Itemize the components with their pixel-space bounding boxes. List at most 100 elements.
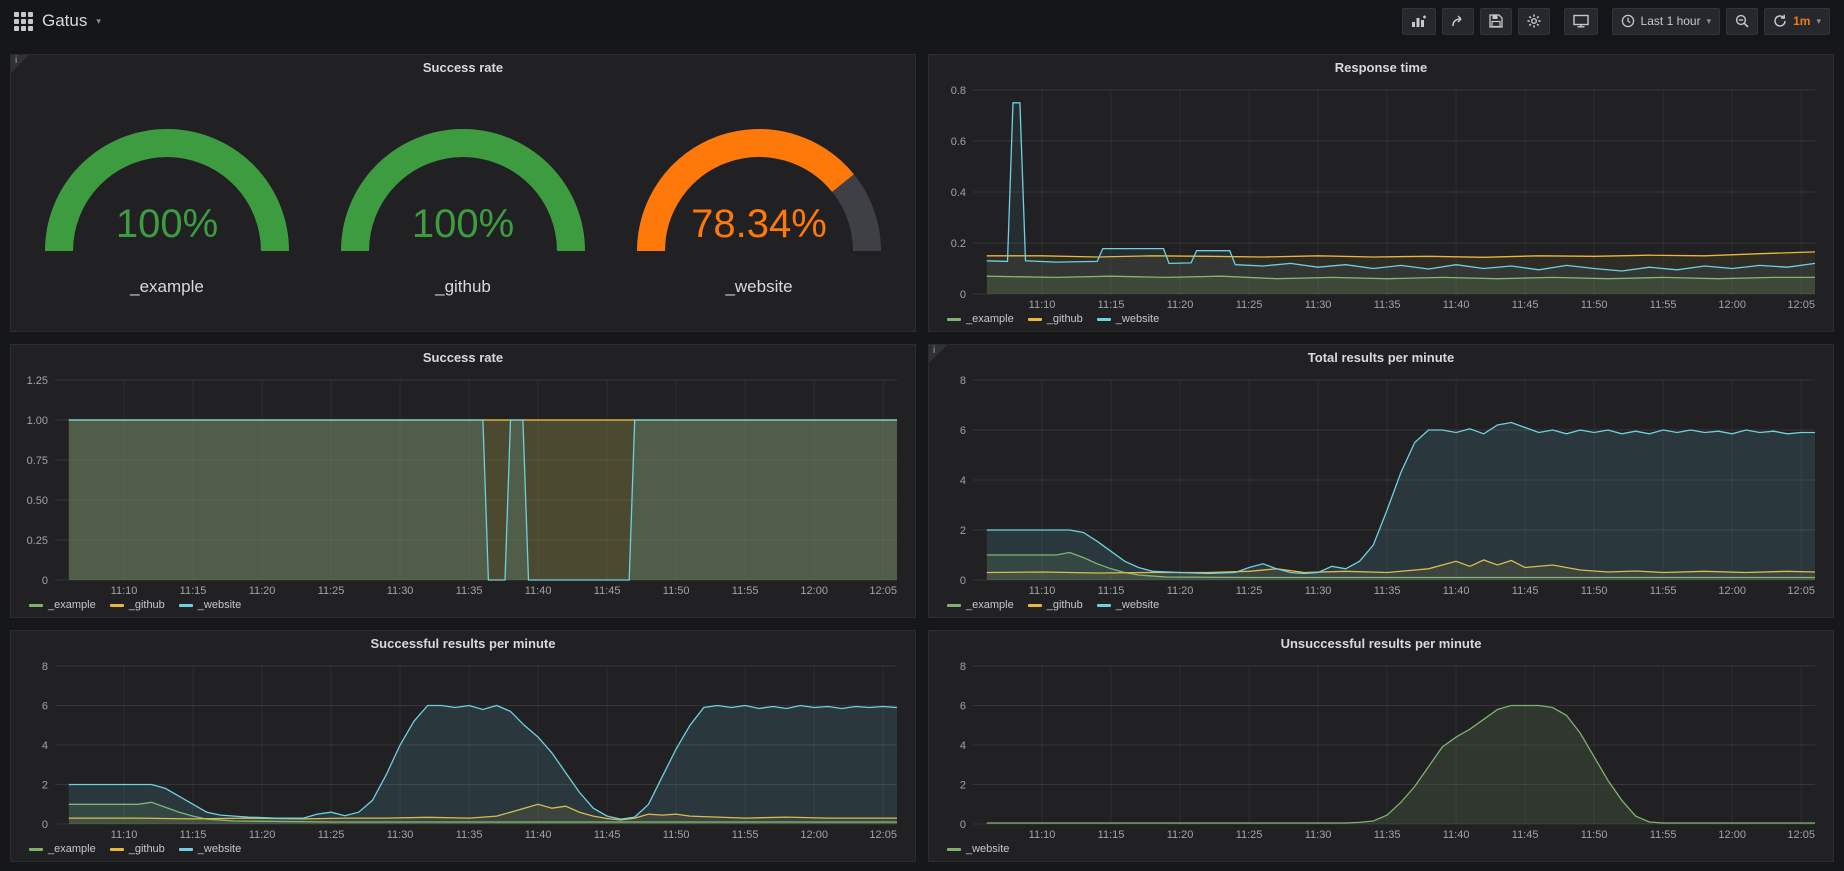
gauge-label: _website: [725, 277, 792, 297]
x-tick-label: 11:40: [525, 585, 552, 597]
x-tick-label: 11:20: [249, 585, 276, 597]
share-button[interactable]: [1442, 8, 1474, 35]
legend-label: _example: [48, 599, 96, 611]
panel-title[interactable]: Response time: [929, 55, 1833, 81]
caret-down-icon: ▾: [1816, 17, 1821, 26]
x-tick-label: 11:30: [1305, 585, 1332, 597]
x-tick-label: 11:55: [732, 585, 759, 597]
legend-swatch: [29, 604, 43, 607]
legend-swatch: [1028, 318, 1042, 321]
panel-info-icon[interactable]: i: [11, 55, 29, 73]
y-tick-label: 0.6: [951, 136, 966, 148]
x-tick-label: 12:00: [800, 829, 828, 841]
x-tick-label: 11:40: [1443, 829, 1470, 841]
panel-title[interactable]: Success rate: [11, 55, 915, 81]
legend-item-example[interactable]: _example: [29, 843, 96, 855]
legend-item-github[interactable]: _github: [110, 843, 165, 855]
legend-item-website[interactable]: _website: [1097, 599, 1159, 611]
x-tick-label: 11:30: [1305, 299, 1332, 311]
refresh-button[interactable]: 1m ▾: [1764, 8, 1830, 35]
x-tick-label: 11:50: [1581, 829, 1608, 841]
y-tick-label: 0: [960, 575, 966, 587]
legend-item-website[interactable]: _website: [179, 599, 241, 611]
x-tick-label: 11:20: [1167, 585, 1194, 597]
x-tick-label: 11:45: [594, 829, 621, 841]
x-tick-label: 11:35: [456, 829, 483, 841]
dashboard-switcher[interactable]: Gatus ▾: [14, 11, 101, 31]
panel-success-rate-graph: Success rate 11:1011:1511:2011:2511:3011…: [10, 344, 916, 618]
x-tick-label: 11:30: [387, 829, 414, 841]
response-time-chart[interactable]: 11:1011:1511:2011:2511:3011:3511:4011:45…: [937, 83, 1825, 311]
y-tick-label: 8: [42, 661, 48, 673]
panel-actions-group: [1402, 8, 1550, 35]
share-arrow-icon: [1451, 14, 1465, 28]
legend-item-website[interactable]: _website: [179, 843, 241, 855]
legend-swatch: [179, 848, 193, 851]
legend-item-website[interactable]: _website: [1097, 313, 1159, 325]
gauge-website: 78.34%_website: [619, 89, 899, 297]
settings-button[interactable]: [1518, 8, 1550, 35]
legend-item-github[interactable]: _github: [1028, 599, 1083, 611]
y-tick-label: 0.25: [27, 535, 48, 547]
panel-title[interactable]: Success rate: [11, 345, 915, 371]
view-mode-group: [1564, 8, 1598, 35]
clock-icon: [1621, 14, 1635, 28]
y-tick-label: 2: [960, 525, 966, 537]
x-tick-label: 11:35: [1374, 829, 1401, 841]
chart-panel-body: 11:1011:1511:2011:2511:3011:3511:4011:45…: [11, 657, 915, 861]
cycle-view-button[interactable]: [1564, 8, 1598, 35]
save-button[interactable]: [1480, 8, 1512, 35]
panel-title[interactable]: Total results per minute: [929, 345, 1833, 371]
magnifier-minus-icon: [1735, 14, 1749, 28]
chart-panel-body: 11:1011:1511:2011:2511:3011:3511:4011:45…: [929, 81, 1833, 331]
legend-label: _example: [48, 843, 96, 855]
x-tick-label: 11:25: [318, 829, 345, 841]
panel-title[interactable]: Unsuccessful results per minute: [929, 631, 1833, 657]
total-results-chart[interactable]: 11:1011:1511:2011:2511:3011:3511:4011:45…: [937, 373, 1825, 597]
navbar: Gatus ▾: [0, 0, 1844, 42]
unsuccessful-results-chart[interactable]: 11:1011:1511:2011:2511:3011:3511:4011:45…: [937, 659, 1825, 841]
legend-item-example[interactable]: _example: [29, 599, 96, 611]
x-tick-label: 12:00: [1718, 585, 1746, 597]
time-range-picker[interactable]: Last 1 hour ▾: [1612, 8, 1721, 35]
successful-results-chart[interactable]: 11:1011:1511:2011:2511:3011:3511:4011:45…: [19, 659, 907, 841]
success-rate-chart[interactable]: 11:1011:1511:2011:2511:3011:3511:4011:45…: [19, 373, 907, 597]
y-tick-label: 0.75: [27, 455, 48, 467]
legend-label: _website: [1116, 599, 1159, 611]
x-tick-label: 11:15: [1098, 299, 1125, 311]
x-tick-label: 11:30: [1305, 829, 1332, 841]
panel-title[interactable]: Successful results per minute: [11, 631, 915, 657]
x-tick-label: 11:45: [1512, 585, 1539, 597]
x-tick-label: 11:50: [663, 829, 690, 841]
x-tick-label: 12:05: [869, 829, 897, 841]
legend-swatch: [29, 848, 43, 851]
x-tick-label: 12:05: [1787, 829, 1815, 841]
y-tick-label: 1.00: [27, 415, 48, 427]
legend-label: _website: [1116, 313, 1159, 325]
legend-label: _website: [966, 843, 1009, 855]
x-tick-label: 11:35: [1374, 299, 1401, 311]
x-tick-label: 11:10: [1029, 299, 1056, 311]
caret-down-icon: ▾: [1707, 17, 1712, 26]
x-tick-label: 11:55: [732, 829, 759, 841]
legend: _website: [937, 841, 1825, 857]
x-tick-label: 11:25: [1236, 585, 1263, 597]
legend-item-github[interactable]: _github: [1028, 313, 1083, 325]
panel-info-icon[interactable]: i: [929, 345, 947, 363]
legend-item-example[interactable]: _example: [947, 313, 1014, 325]
zoom-out-button[interactable]: [1726, 8, 1758, 35]
legend-item-website[interactable]: _website: [947, 843, 1009, 855]
grid-logo-icon[interactable]: [14, 12, 33, 31]
legend-item-example[interactable]: _example: [947, 599, 1014, 611]
dashboard-title[interactable]: Gatus: [42, 11, 87, 31]
legend-swatch: [947, 848, 961, 851]
legend-label: _website: [198, 599, 241, 611]
legend-item-github[interactable]: _github: [110, 599, 165, 611]
legend-swatch: [1097, 604, 1111, 607]
x-tick-label: 11:25: [1236, 829, 1263, 841]
y-tick-label: 4: [960, 475, 966, 487]
legend-label: _github: [1047, 313, 1083, 325]
add-panel-button[interactable]: [1402, 8, 1436, 35]
panel-success-rate-gauges: i Success rate 100%_example100%_github78…: [10, 54, 916, 332]
y-tick-label: 6: [42, 701, 48, 713]
